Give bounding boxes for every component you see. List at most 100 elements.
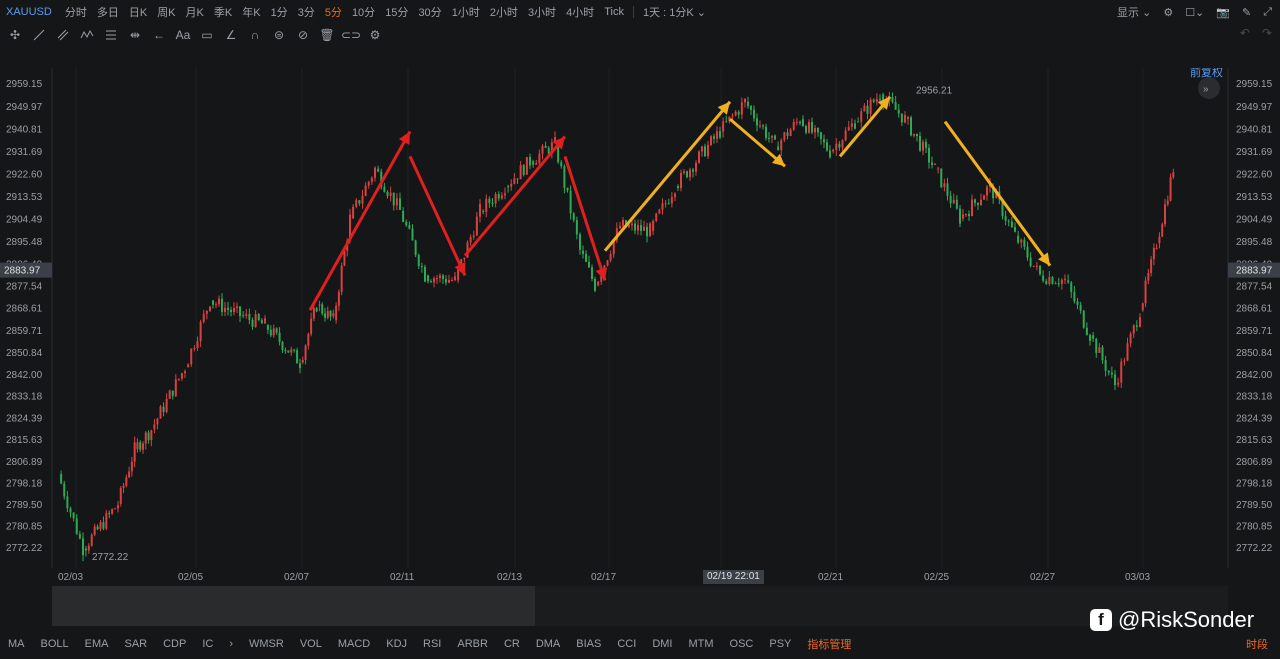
- expand-button[interactable]: [1198, 77, 1220, 99]
- camera-icon[interactable]: 📷: [1216, 6, 1230, 19]
- candle-body: [209, 306, 211, 311]
- lock-icon[interactable]: ⊜: [270, 26, 288, 44]
- candle-body: [609, 254, 612, 261]
- hide-icon[interactable]: ⊘: [294, 26, 312, 44]
- range-selector[interactable]: 1天 : 1分K ⌄: [638, 4, 711, 20]
- candle-body: [707, 144, 709, 157]
- magnet-icon[interactable]: ∩: [246, 26, 264, 44]
- undo-icon[interactable]: ↶: [1240, 26, 1250, 40]
- indicator-1[interactable]: BOLL: [33, 638, 77, 650]
- timeframe-16[interactable]: 4小时: [561, 4, 599, 20]
- candle-body: [245, 313, 248, 316]
- indicator-14[interactable]: BIAS: [568, 638, 609, 650]
- timeframe-15[interactable]: 3小时: [523, 4, 561, 20]
- indicator-7[interactable]: VOL: [292, 638, 330, 650]
- channel-icon[interactable]: [54, 26, 72, 44]
- indicator-11[interactable]: ARBR: [449, 638, 496, 650]
- indicator-13[interactable]: DMA: [528, 638, 568, 650]
- candle-body: [171, 390, 174, 397]
- timeframe-7[interactable]: 1分: [266, 4, 293, 20]
- candle-body: [538, 153, 541, 164]
- indicator-19[interactable]: PSY: [761, 638, 799, 650]
- candle-body: [860, 111, 863, 122]
- timeframe-3[interactable]: 周K: [152, 4, 180, 20]
- navigator-selection[interactable]: [52, 586, 535, 626]
- arrow-left-icon[interactable]: ←: [150, 26, 168, 44]
- indicator-4[interactable]: CDP: [155, 638, 194, 650]
- candle-body: [472, 235, 475, 238]
- indicator-17[interactable]: MTM: [680, 638, 721, 650]
- indicator-20[interactable]: 指标管理: [799, 636, 859, 652]
- candle-body: [1132, 325, 1135, 334]
- indicator-16[interactable]: DMI: [644, 638, 680, 650]
- time-navigator[interactable]: [52, 586, 1228, 626]
- candle-body: [744, 98, 746, 103]
- candle-body: [451, 280, 453, 282]
- gear-icon[interactable]: ⚙: [1163, 6, 1173, 19]
- layout-square-icon[interactable]: ☐⌄: [1185, 6, 1204, 19]
- indicator-18[interactable]: OSC: [722, 638, 762, 650]
- candle-body: [1147, 273, 1150, 281]
- chart-svg[interactable]: 2959.15 2959.15 2949.97 2949.97 2940.81 2940.…: [0, 65, 1280, 568]
- indicator-6[interactable]: WMSR: [241, 638, 292, 650]
- text-icon[interactable]: Aa: [174, 26, 192, 44]
- timeframe-8[interactable]: 3分: [293, 4, 320, 20]
- x-tick-label: 02/05: [178, 572, 204, 583]
- display-dropdown[interactable]: 显示 ⌄: [1117, 4, 1151, 20]
- indicator-9[interactable]: KDJ: [378, 638, 415, 650]
- indicator-15[interactable]: CCI: [609, 638, 644, 650]
- indicator-8[interactable]: MACD: [330, 638, 378, 650]
- link-icon[interactable]: ⊂⊃: [341, 26, 361, 44]
- pencil-icon[interactable]: ✎: [1242, 6, 1251, 19]
- fullscreen-icon[interactable]: ⤢: [1263, 6, 1272, 19]
- session-label[interactable]: 时段: [1238, 636, 1276, 652]
- timeframe-12[interactable]: 30分: [413, 4, 446, 20]
- timeframe-2[interactable]: 日K: [124, 4, 152, 20]
- indicator-12[interactable]: CR: [496, 638, 528, 650]
- candle-body: [417, 255, 420, 266]
- timeframe-14[interactable]: 2小时: [485, 4, 523, 20]
- indicator-0[interactable]: MA: [0, 638, 33, 650]
- candle-body: [174, 379, 177, 397]
- candle-body: [783, 132, 786, 141]
- brush-icon[interactable]: ∠: [222, 26, 240, 44]
- trash-icon[interactable]: 🗑: [318, 26, 336, 44]
- candle-body: [332, 313, 335, 317]
- indicator-5[interactable]: IC: [194, 638, 221, 650]
- redo-icon[interactable]: ↷: [1262, 26, 1272, 40]
- candle-body: [119, 487, 122, 504]
- indicator-3[interactable]: SAR: [116, 638, 155, 650]
- timeframe-9[interactable]: 5分: [320, 4, 347, 20]
- crosshair-icon[interactable]: ✣: [6, 26, 24, 44]
- candle-body: [854, 123, 856, 129]
- comment-icon[interactable]: ▭: [198, 26, 216, 44]
- settings-icon[interactable]: ⚙: [366, 26, 384, 44]
- timeframe-1[interactable]: 多日: [92, 4, 124, 20]
- timeframe-10[interactable]: 10分: [347, 4, 380, 20]
- trendline-icon[interactable]: [30, 26, 48, 44]
- indicator-2[interactable]: EMA: [77, 638, 117, 650]
- candle-body: [931, 162, 933, 165]
- timeframe-17[interactable]: Tick: [599, 6, 629, 18]
- symbol-label[interactable]: XAUUSD: [6, 6, 52, 18]
- timeframe-11[interactable]: 15分: [380, 4, 413, 20]
- candle-body: [1110, 372, 1113, 375]
- price-chart[interactable]: 2959.15 2959.15 2949.97 2949.97 2940.81 2940.…: [0, 65, 1280, 568]
- candle-body: [722, 121, 725, 132]
- timeframe-6[interactable]: 年K: [237, 4, 265, 20]
- timeframe-5[interactable]: 季K: [209, 4, 237, 20]
- timeframe-13[interactable]: 1小时: [447, 4, 485, 20]
- candle-body: [153, 424, 156, 430]
- candle-body: [643, 226, 645, 231]
- measure-icon[interactable]: ⇹: [126, 26, 144, 44]
- candle-body: [1101, 347, 1104, 361]
- candle-body: [832, 149, 835, 152]
- indicator-10[interactable]: RSI: [415, 638, 449, 650]
- timeframe-0[interactable]: 分时: [60, 4, 92, 20]
- fibonacci-icon[interactable]: [102, 26, 120, 44]
- top-toolbar: XAUUSD 分时 多日 日K 周K 月K 季K 年K 1分 3分 5分 10分 15分 30分 1小时 2…: [0, 0, 1280, 24]
- chevron-right-icon[interactable]: ›: [221, 638, 241, 650]
- timeframe-4[interactable]: 月K: [181, 4, 209, 20]
- candle-body: [792, 121, 795, 130]
- pattern-icon[interactable]: [78, 26, 96, 44]
